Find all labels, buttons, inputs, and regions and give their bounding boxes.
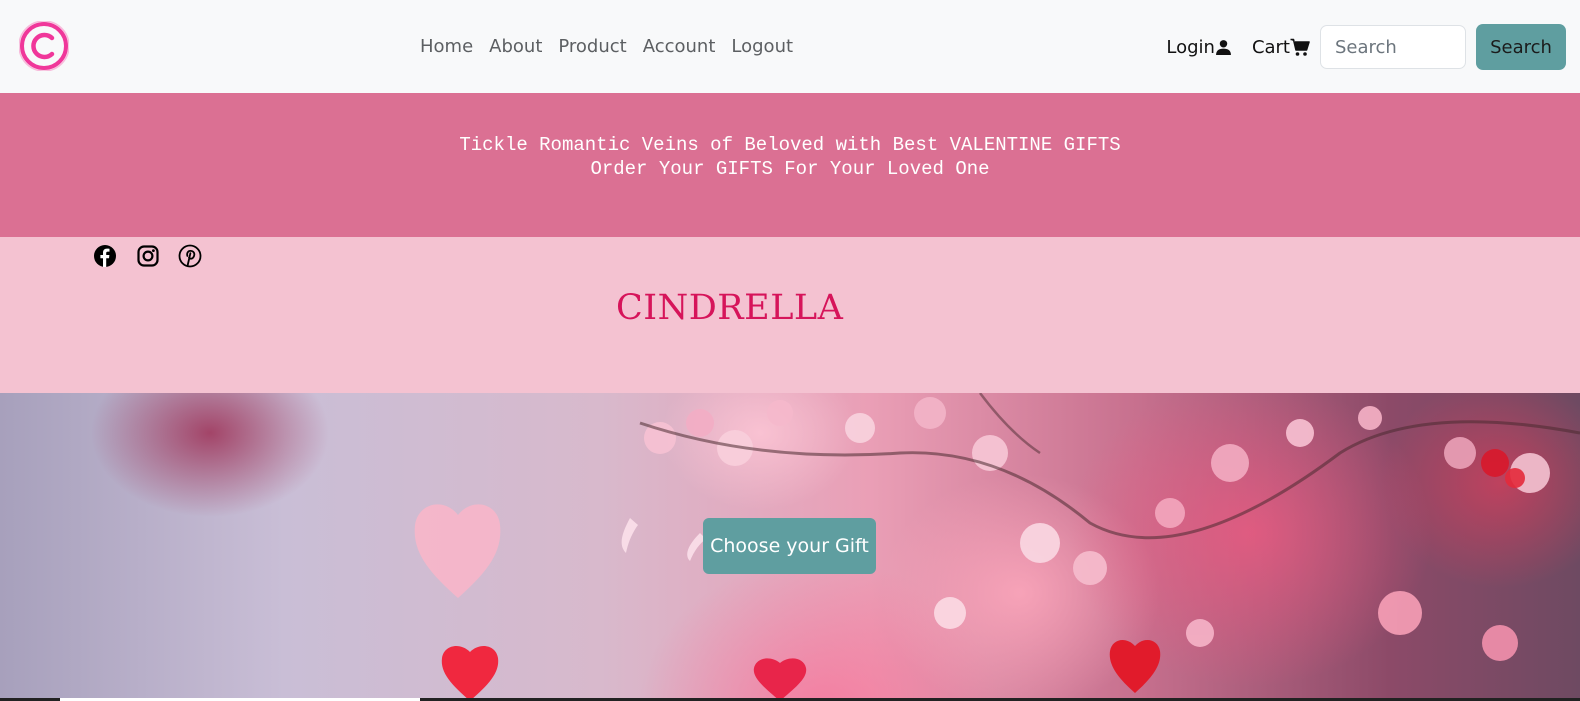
nav-right-group: Login Cart Search [1166, 23, 1580, 71]
promo-banner: Tickle Romantic Veins of Beloved with Be… [0, 93, 1580, 237]
nav-about-link[interactable]: About [481, 29, 550, 65]
login-link[interactable]: Login [1166, 37, 1232, 58]
brand-strip: CINDRELLA [0, 237, 1580, 393]
instagram-icon[interactable] [136, 244, 160, 268]
user-icon [1216, 39, 1231, 55]
nav-home-link[interactable]: Home [412, 29, 481, 65]
hero-banner: Choose your Gift [0, 393, 1580, 701]
main-nav: Home About Product Account Logout [412, 29, 801, 65]
search-input[interactable] [1320, 25, 1466, 69]
promo-line-1: Tickle Romantic Veins of Beloved with Be… [459, 134, 1121, 156]
facebook-icon[interactable] [93, 244, 117, 268]
search-button[interactable]: Search [1476, 24, 1566, 70]
cart-link[interactable]: Cart [1252, 37, 1310, 58]
top-navbar: Home About Product Account Logout Login … [0, 0, 1580, 93]
login-label: Login [1166, 36, 1215, 58]
cart-icon [1290, 38, 1310, 56]
copyright-logo-icon[interactable] [19, 21, 69, 71]
nav-logout-link[interactable]: Logout [723, 29, 801, 65]
choose-gift-button[interactable]: Choose your Gift [703, 518, 876, 574]
pinterest-icon[interactable] [178, 244, 202, 268]
brand-title: CINDRELLA [616, 288, 844, 328]
promo-line-2: Order Your GIFTS For Your Loved One [590, 158, 990, 180]
nav-product-link[interactable]: Product [550, 29, 634, 65]
cart-label: Cart [1251, 36, 1290, 58]
nav-account-link[interactable]: Account [635, 29, 724, 65]
